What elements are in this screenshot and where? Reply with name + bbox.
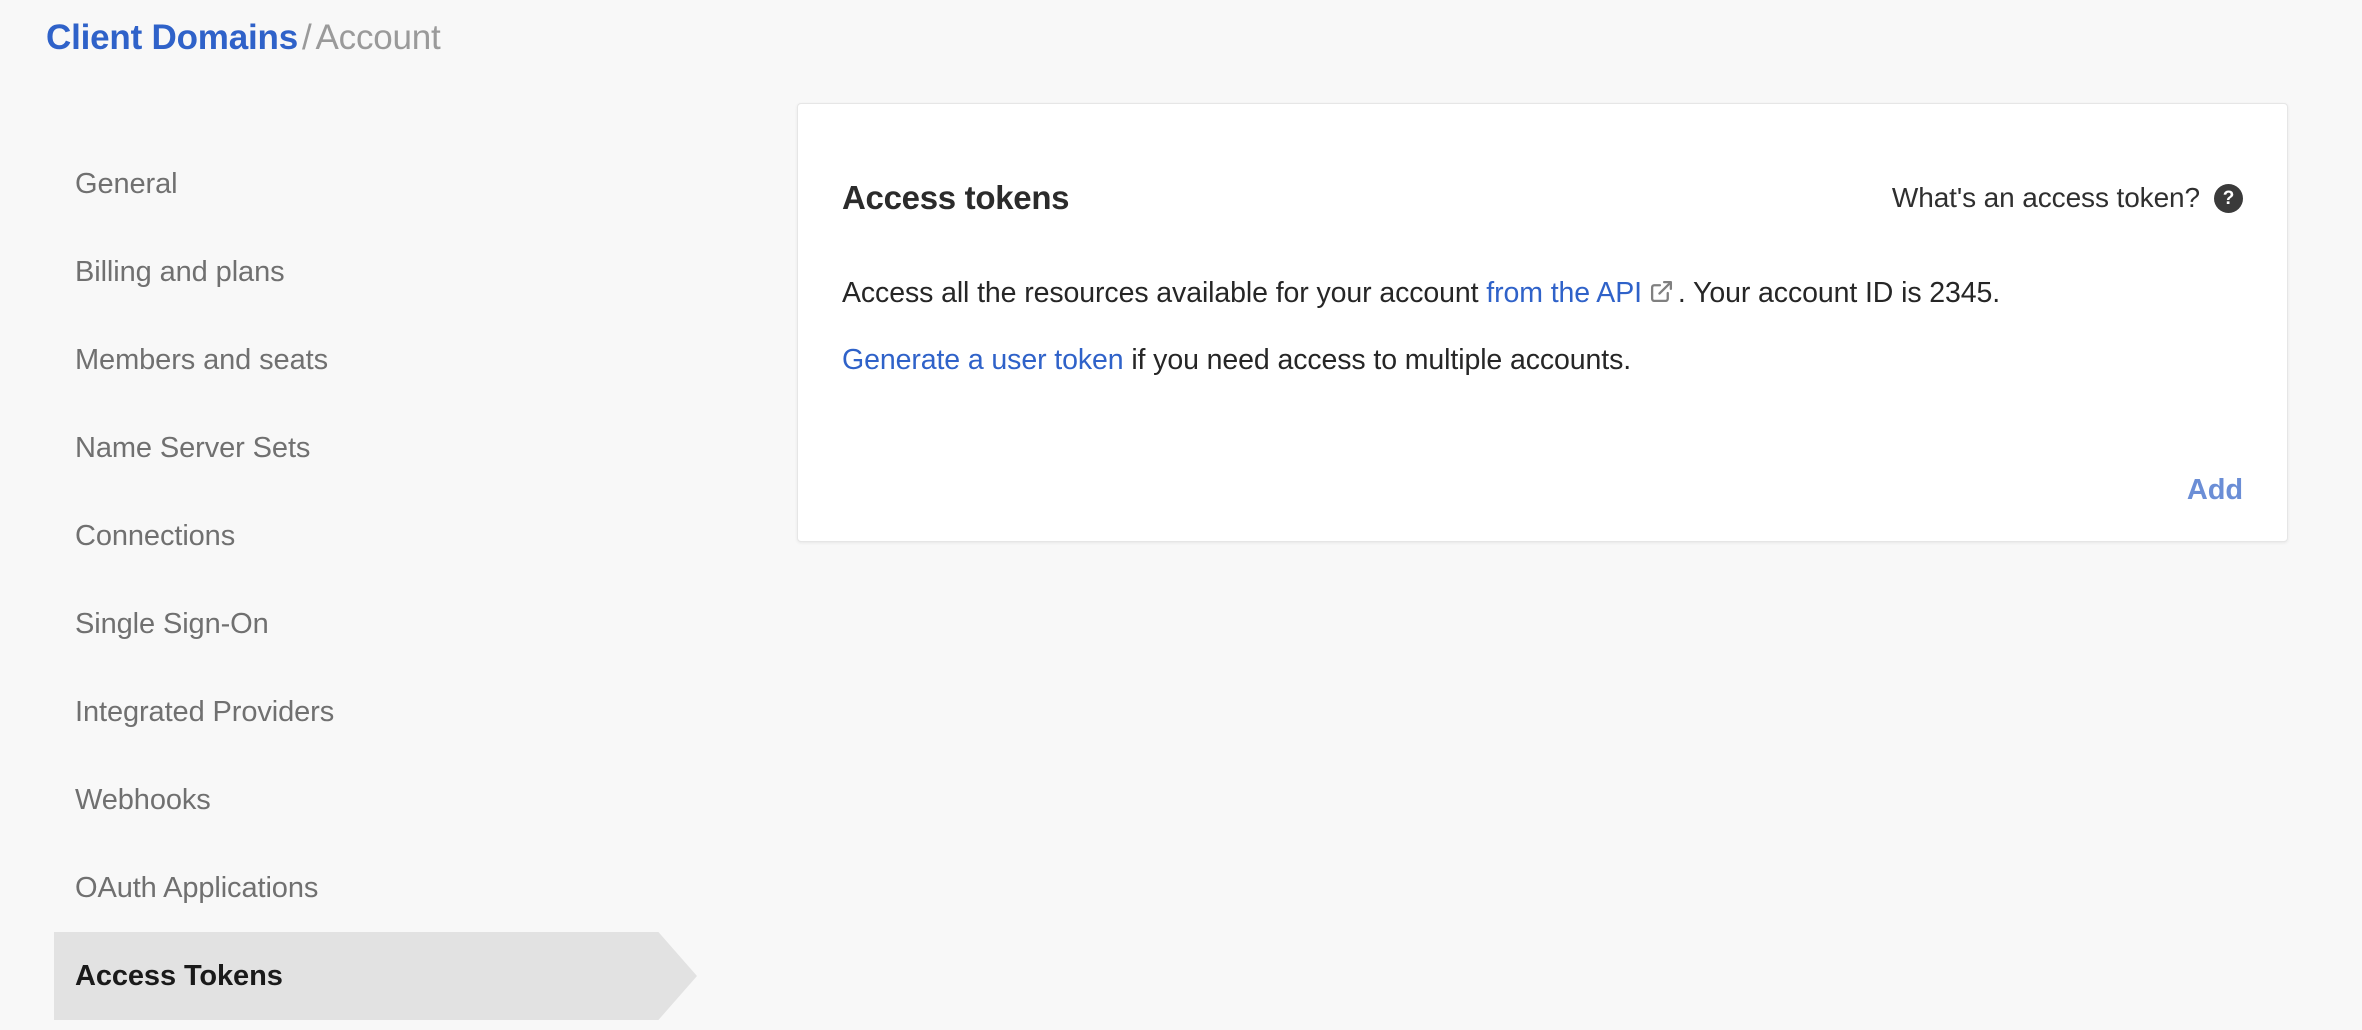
- sidebar-item-integrated-providers[interactable]: Integrated Providers: [0, 668, 720, 756]
- question-mark-circle-icon[interactable]: ?: [2214, 183, 2243, 213]
- sidebar-item-label: Billing and plans: [75, 255, 285, 288]
- sidebar-item-general[interactable]: General: [0, 140, 720, 228]
- external-link-icon: [1649, 279, 1674, 304]
- sidebar-item-label: Name Server Sets: [75, 431, 311, 464]
- sidebar-item-access-tokens[interactable]: Access Tokens: [0, 932, 720, 1020]
- whats-an-access-token-help[interactable]: What's an access token? ?: [1892, 182, 2243, 214]
- user-token-text-after: if you need access to multiple accounts.: [1123, 343, 1632, 376]
- sidebar-item-billing-and-plans[interactable]: Billing and plans: [0, 228, 720, 316]
- breadcrumb-separator: /: [301, 18, 312, 57]
- api-description-text-before: Access all the resources available for y…: [842, 276, 1487, 309]
- breadcrumb: Client Domains / Account: [46, 18, 441, 58]
- sidebar-item-label: Single Sign-On: [75, 607, 269, 640]
- sidebar-item-oauth-applications[interactable]: OAuth Applications: [0, 844, 720, 932]
- from-the-api-link[interactable]: from the API: [1486, 277, 1642, 309]
- sidebar-item-label: Members and seats: [75, 343, 328, 376]
- sidebar-item-name-server-sets[interactable]: Name Server Sets: [0, 404, 720, 492]
- page-title: Access tokens: [842, 179, 1070, 217]
- sidebar-item-webhooks[interactable]: Webhooks: [0, 756, 720, 844]
- help-link-label: What's an access token?: [1891, 182, 2200, 214]
- sidebar-item-connections[interactable]: Connections: [0, 492, 720, 580]
- user-token-paragraph: Generate a user token if you need access…: [842, 341, 2243, 379]
- access-tokens-card: Access tokens What's an access token? ? …: [797, 103, 2288, 542]
- add-button[interactable]: Add: [2187, 474, 2243, 507]
- settings-sidebar: General Billing and plans Members and se…: [0, 140, 720, 1020]
- sidebar-item-members-and-seats[interactable]: Members and seats: [0, 316, 720, 404]
- sidebar-item-label: General: [75, 167, 178, 200]
- generate-a-user-token-link[interactable]: Generate a user token: [842, 344, 1124, 376]
- card-header: Access tokens What's an access token? ?: [842, 104, 2243, 245]
- api-description-paragraph: Access all the resources available for y…: [842, 274, 2243, 312]
- card-footer: Add: [2187, 474, 2243, 507]
- breadcrumb-current-account: Account: [315, 18, 441, 57]
- sidebar-item-single-sign-on[interactable]: Single Sign-On: [0, 580, 720, 668]
- sidebar-item-label: Connections: [75, 519, 236, 552]
- sidebar-item-label: OAuth Applications: [75, 871, 319, 904]
- sidebar-item-label: Integrated Providers: [75, 695, 335, 728]
- sidebar-item-label: Access Tokens: [75, 959, 283, 992]
- sidebar-item-label: Webhooks: [75, 783, 211, 816]
- api-description-text-after: . Your account ID is 2345.: [1677, 276, 2001, 309]
- breadcrumb-link-client-domains[interactable]: Client Domains: [46, 18, 298, 57]
